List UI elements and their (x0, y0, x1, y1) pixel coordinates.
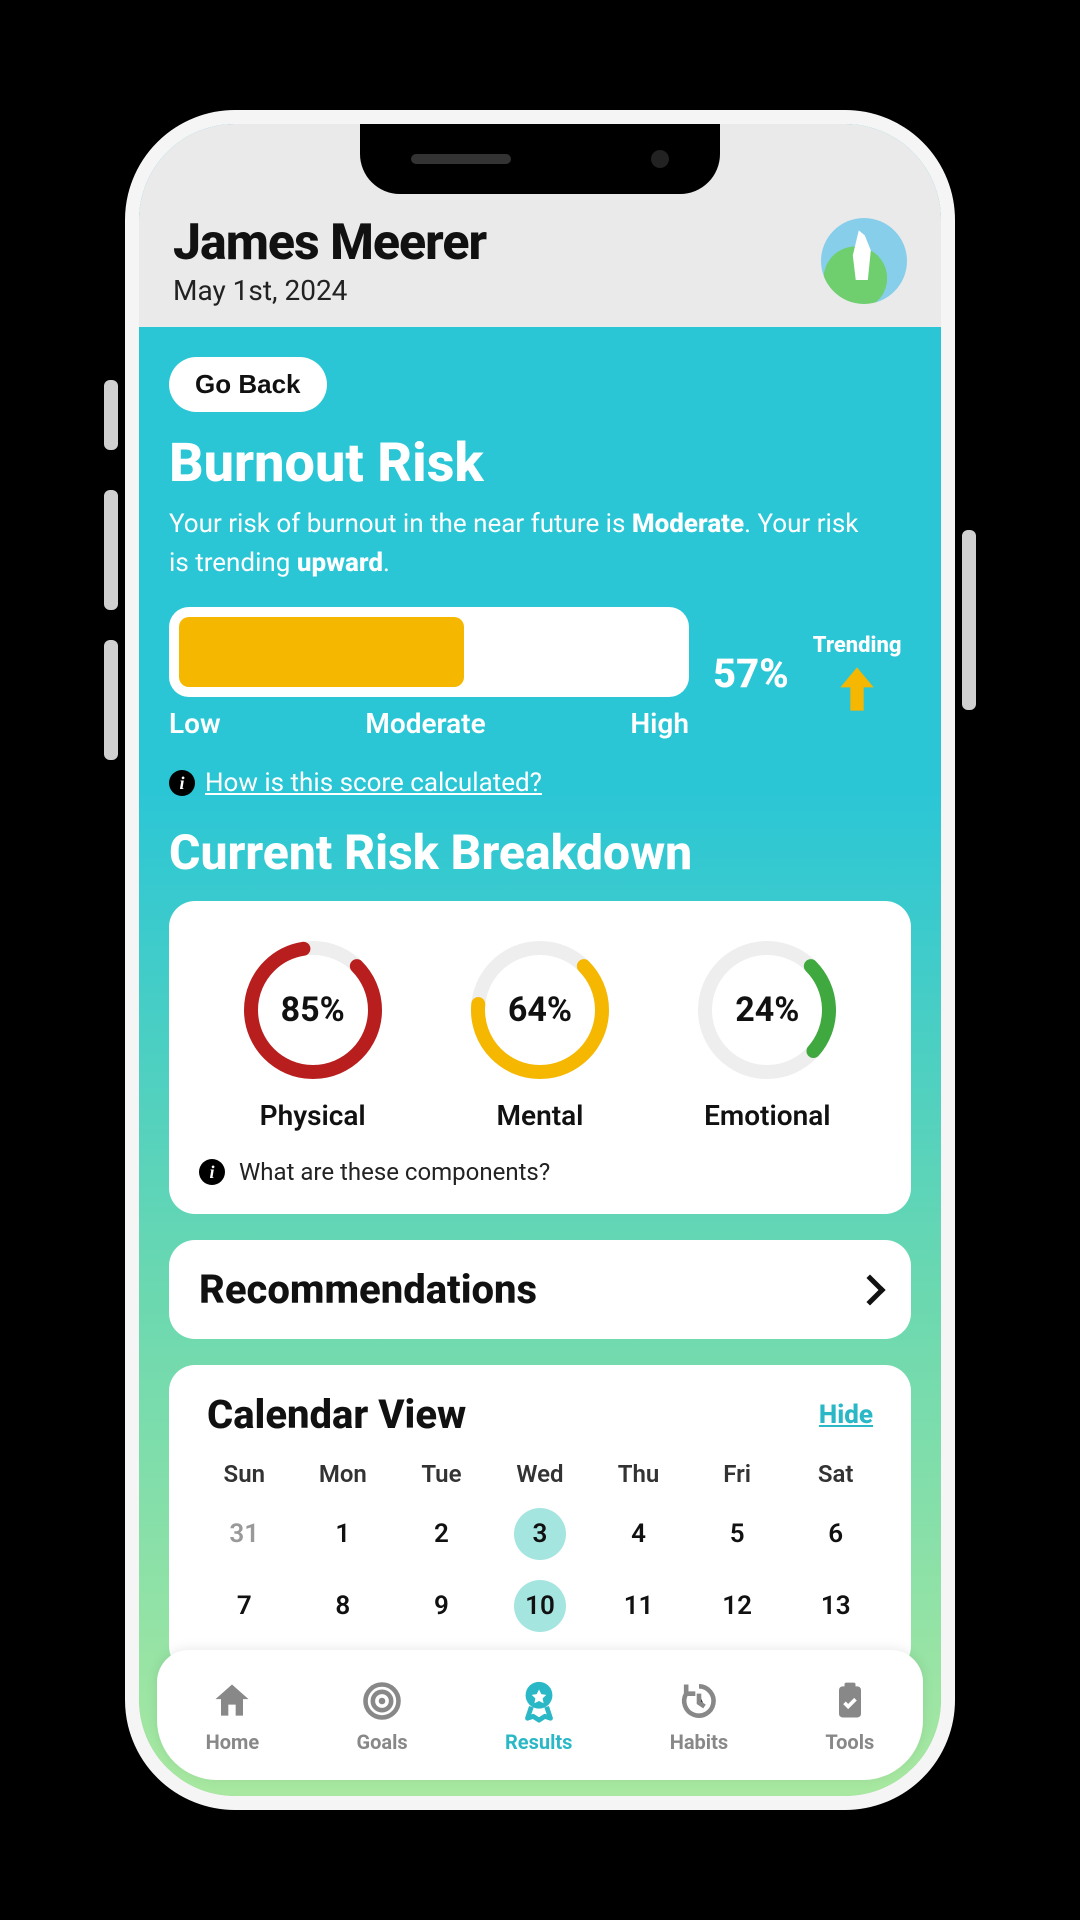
burnout-desc-end: . (383, 548, 390, 578)
burnout-title: Burnout Risk (169, 432, 911, 495)
calendar-day[interactable]: 11 (613, 1580, 665, 1632)
volume-up-button[interactable] (104, 490, 118, 610)
ring-value: 24% (692, 935, 842, 1085)
calendar-dow: Wed (491, 1460, 590, 1488)
label-moderate: Moderate (365, 707, 485, 740)
breakdown-info-text: What are these components? (239, 1158, 550, 1186)
volume-down-button[interactable] (104, 640, 118, 760)
power-button[interactable] (962, 530, 976, 710)
user-name: James Meerer (173, 214, 486, 272)
score-info-link[interactable]: i How is this score calculated? (169, 768, 911, 798)
volume-mute-button[interactable] (104, 380, 118, 450)
tab-habits[interactable]: Habits (670, 1676, 728, 1754)
header-date: May 1st, 2024 (173, 274, 486, 307)
score-info-text[interactable]: How is this score calculated? (205, 768, 542, 798)
calendar-day[interactable]: 7 (218, 1580, 270, 1632)
calendar-dow: Fri (688, 1460, 787, 1488)
burnout-severity: Moderate (632, 509, 744, 539)
info-icon: i (169, 770, 195, 796)
go-back-button[interactable]: Go Back (169, 357, 327, 412)
clock-refresh-icon (670, 1676, 728, 1726)
avatar[interactable] (821, 218, 907, 304)
ring-gauge: 64% (465, 935, 615, 1085)
calendar-day[interactable]: 1 (317, 1508, 369, 1560)
risk-row: Low Moderate High 57% Trending (169, 607, 911, 740)
target-icon (356, 1676, 407, 1726)
calendar-grid: SunMonTueWedThuFriSat3112345678910111213 (195, 1460, 885, 1632)
recommendations-title: Recommendations (199, 1266, 537, 1313)
calendar-day[interactable]: 9 (415, 1580, 467, 1632)
front-camera (651, 150, 669, 168)
calendar-day[interactable]: 5 (711, 1508, 763, 1560)
ring-value: 85% (238, 935, 388, 1085)
screen: James Meerer May 1st, 2024 Go Back Burno… (139, 124, 941, 1796)
burnout-desc-pre: Your risk of burnout in the near future … (169, 509, 632, 539)
trending-indicator: Trending (813, 633, 902, 714)
info-icon: i (199, 1159, 225, 1185)
phone-frame: James Meerer May 1st, 2024 Go Back Burno… (125, 110, 955, 1810)
notch (360, 124, 720, 194)
calendar-dow: Mon (294, 1460, 393, 1488)
calendar-dow: Sat (786, 1460, 885, 1488)
chevron-right-icon (854, 1274, 885, 1305)
award-icon (505, 1676, 572, 1726)
calendar-day[interactable]: 4 (613, 1508, 665, 1560)
calendar-day[interactable]: 12 (711, 1580, 763, 1632)
speaker-grille (411, 154, 511, 164)
tab-home-label: Home (206, 1730, 260, 1754)
ring-gauge: 24% (692, 935, 842, 1085)
label-low: Low (169, 707, 221, 740)
clipboard-check-icon (825, 1676, 874, 1726)
calendar-day[interactable]: 10 (514, 1580, 566, 1632)
tab-tools-label: Tools (825, 1730, 874, 1754)
calendar-title: Calendar View (207, 1391, 466, 1438)
calendar-day[interactable]: 6 (810, 1508, 862, 1560)
ring-item: 24% Emotional (692, 935, 842, 1132)
calendar-dow: Thu (589, 1460, 688, 1488)
risk-bar (169, 607, 689, 697)
tab-results[interactable]: Results (505, 1676, 572, 1754)
calendar-day[interactable]: 3 (514, 1508, 566, 1560)
ring-item: 64% Mental (465, 935, 615, 1132)
breakdown-title: Current Risk Breakdown (169, 824, 911, 881)
tab-tools[interactable]: Tools (825, 1676, 874, 1754)
breakdown-info-link[interactable]: i What are these components? (199, 1158, 881, 1186)
content: Go Back Burnout Risk Your risk of burnou… (139, 333, 941, 1796)
burnout-trend: upward (297, 548, 383, 578)
tab-results-label: Results (505, 1730, 572, 1754)
tab-goals-label: Goals (356, 1730, 407, 1754)
trend-up-icon (837, 664, 877, 714)
home-indicator[interactable] (440, 1760, 640, 1768)
rings-row: 85% Physical 64% Mental 24% Emotional (199, 935, 881, 1132)
calendar-dow: Sun (195, 1460, 294, 1488)
burnout-description: Your risk of burnout in the near future … (169, 505, 869, 583)
calendar-hide-link[interactable]: Hide (819, 1400, 873, 1430)
calendar-day[interactable]: 2 (415, 1508, 467, 1560)
trending-label: Trending (813, 633, 902, 658)
calendar-dow: Tue (392, 1460, 491, 1488)
calendar-card: Calendar View Hide SunMonTueWedThuFriSat… (169, 1365, 911, 1672)
label-high: High (630, 707, 689, 740)
ring-item: 85% Physical (238, 935, 388, 1132)
ring-gauge: 85% (238, 935, 388, 1085)
risk-percent: 57% (713, 650, 789, 697)
tab-habits-label: Habits (670, 1730, 728, 1754)
tab-goals[interactable]: Goals (356, 1676, 407, 1754)
calendar-day[interactable]: 13 (810, 1580, 862, 1632)
breakdown-card: 85% Physical 64% Mental 24% Emotional (169, 901, 911, 1214)
recommendations-card[interactable]: Recommendations (169, 1240, 911, 1339)
calendar-day[interactable]: 8 (317, 1580, 369, 1632)
risk-bar-fill (179, 617, 464, 687)
home-icon (206, 1676, 260, 1726)
calendar-day[interactable]: 31 (218, 1508, 270, 1560)
ring-value: 64% (465, 935, 615, 1085)
risk-bar-labels: Low Moderate High (169, 707, 689, 740)
tab-home[interactable]: Home (206, 1676, 260, 1754)
